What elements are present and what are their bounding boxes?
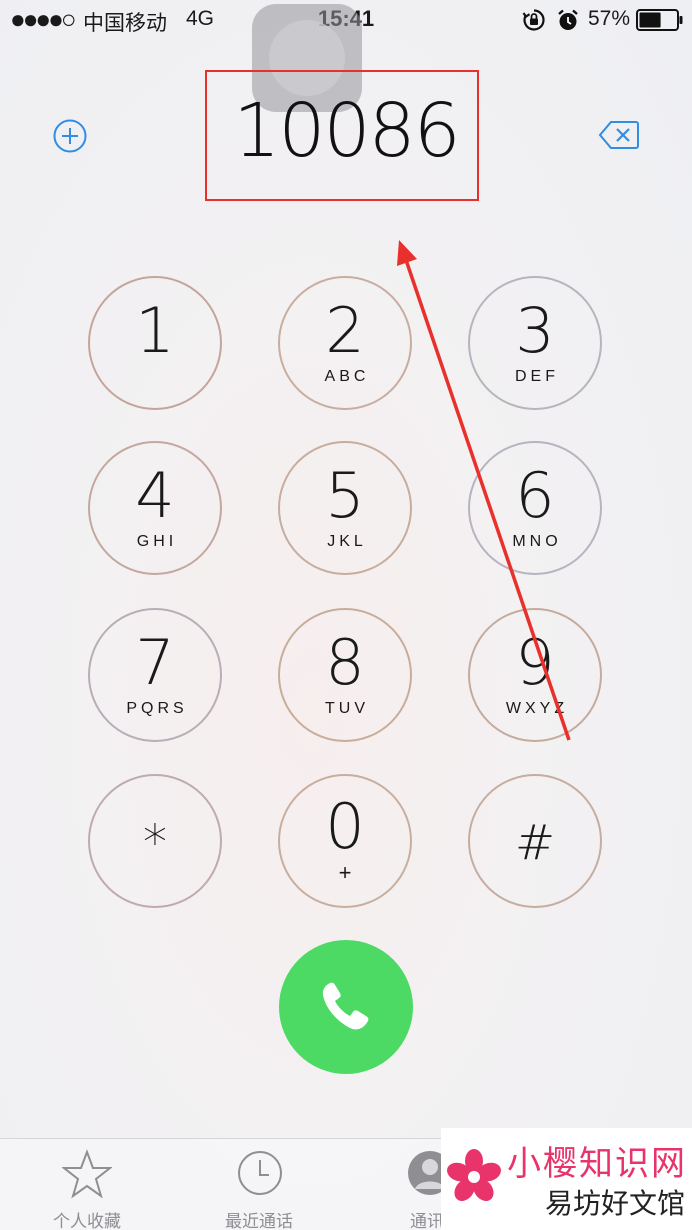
key-digit: 6 [515,459,555,532]
key-digit: # [514,815,556,871]
annotation-highlight-box [205,70,479,201]
battery-percent: 57% [588,7,631,30]
clock-icon [238,1151,282,1195]
keypad-key-seven[interactable]: 7 PQRS [88,608,222,742]
keypad-key-zero[interactable]: 0 + [278,774,412,908]
key-digit: 2 [325,294,365,367]
call-button[interactable] [279,940,413,1074]
key-letters: JKL [327,533,367,550]
watermark: 小樱知识网 易坊好文馆 [441,1128,692,1230]
key-digit: 3 [515,294,555,367]
keypad-key-five[interactable]: 5 JKL [278,441,412,575]
alarm-icon [558,9,578,30]
keypad-key-six[interactable]: 6 MNO [468,441,602,575]
battery-icon [636,9,683,31]
key-letters: PQRS [126,700,188,717]
tab-label: 最近通话 [225,1212,293,1230]
key-digit: 5 [325,459,365,532]
tab-favorites[interactable]: 个人收藏 [40,1139,134,1230]
keypad-key-two[interactable]: 2 ABC [278,276,412,410]
key-digit: 7 [135,626,175,699]
keypad-key-eight[interactable]: 8 TUV [278,608,412,742]
tab-label: 个人收藏 [53,1212,121,1230]
key-digit: 9 [515,626,555,699]
key-letters: + [338,860,352,885]
cherry-blossom-icon [447,1149,501,1202]
key-letters: DEF [515,368,559,385]
star-icon [62,1149,112,1199]
key-letters: TUV [325,700,369,717]
keypad-key-hash[interactable]: # [468,774,602,908]
watermark-subtitle: 易坊好文馆 [545,1188,686,1219]
key-letters: MNO [512,533,562,550]
keypad-key-one[interactable]: 1 [88,276,222,410]
key-digit: 0 [325,790,365,863]
phone-icon [322,982,369,1030]
backspace-icon[interactable] [598,119,640,151]
key-letters: GHI [136,533,178,550]
key-digit: * [143,815,167,871]
rotation-lock-icon [522,9,545,31]
key-letters: WXYZ [505,700,569,717]
keypad-key-star[interactable]: * [88,774,222,908]
keypad-key-nine[interactable]: 9 WXYZ [468,608,602,742]
key-digit: 1 [135,294,175,367]
tab-recents[interactable]: 最近通话 [212,1139,306,1230]
keypad-key-four[interactable]: 4 GHI [88,441,222,575]
key-letters: ABC [324,368,370,385]
key-digit: 8 [325,626,365,699]
key-digit: 4 [135,459,175,532]
watermark-site-name: 小樱知识网 [507,1144,687,1184]
keypad-key-three[interactable]: 3 DEF [468,276,602,410]
